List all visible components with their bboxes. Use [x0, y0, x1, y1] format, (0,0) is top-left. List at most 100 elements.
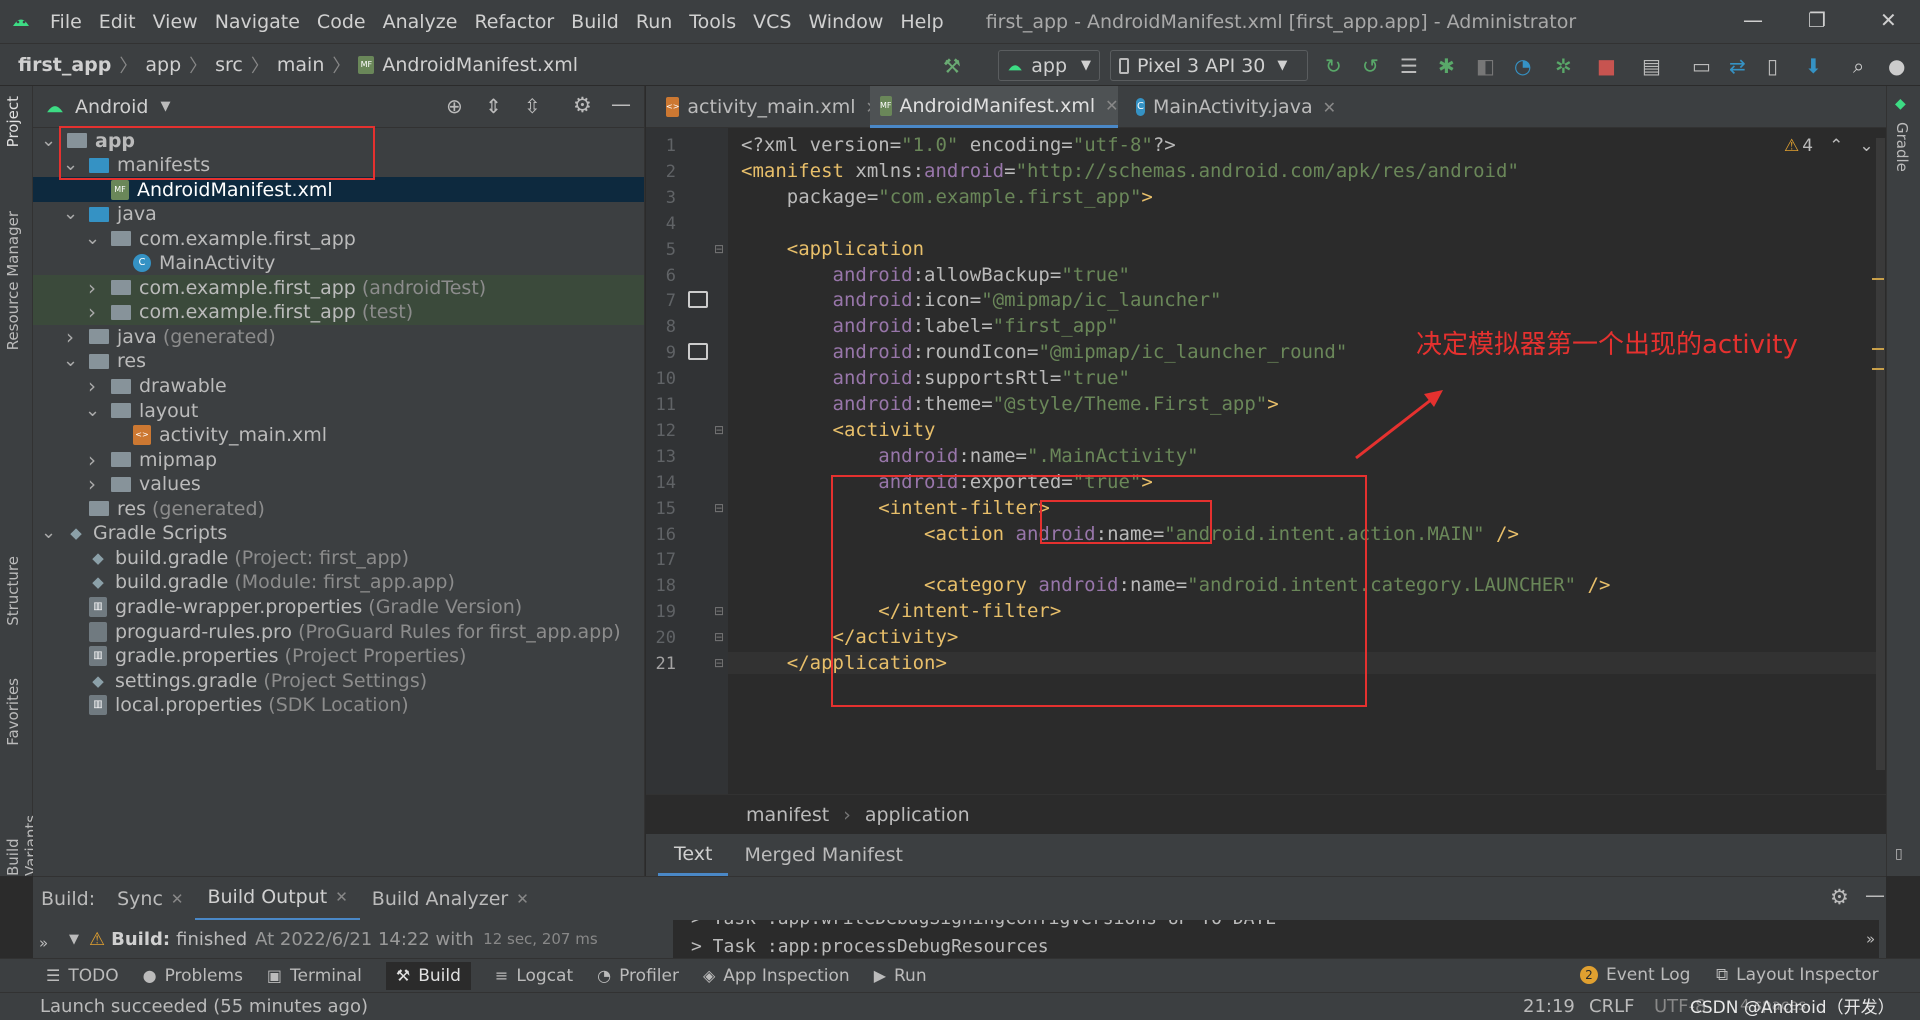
minimize-icon[interactable]: —: [1743, 8, 1763, 32]
breadcrumb-manifest[interactable]: manifest: [746, 804, 829, 826]
collapse-all-icon[interactable]: ⇳: [524, 94, 541, 118]
chevron-down-icon[interactable]: ▼: [160, 99, 170, 114]
tab-project[interactable]: Project: [4, 96, 22, 147]
tab-resource-manager[interactable]: Resource Manager: [4, 211, 22, 350]
tab-merged-manifest[interactable]: Merged Manifest: [728, 834, 919, 876]
tree-item[interactable]: › java (generated): [33, 324, 644, 349]
editor-tab[interactable]: C MainActivity.java ✕: [1126, 86, 1346, 128]
expand-all-icon[interactable]: ⇕: [485, 94, 502, 118]
breadcrumb-item[interactable]: first_app: [18, 54, 111, 76]
tree-item[interactable]: ▥ gradle-wrapper.properties (Gradle Versio…: [33, 594, 644, 619]
menu-help[interactable]: Help: [900, 11, 943, 33]
tree-item[interactable]: proguard-rules.pro (ProGuard Rules for fi…: [33, 619, 644, 644]
tree-item[interactable]: res (generated): [33, 496, 644, 521]
build-tab[interactable]: Sync ✕: [105, 877, 195, 921]
tree-item[interactable]: ⌄ layout: [33, 398, 644, 423]
close-icon[interactable]: ✕: [171, 890, 184, 908]
tree-item[interactable]: ⌄ java: [33, 202, 644, 227]
debug-icon[interactable]: ✱: [1438, 54, 1455, 78]
tree-item[interactable]: › mipmap: [33, 447, 644, 472]
user-icon[interactable]: ●: [1888, 54, 1905, 78]
breadcrumb-item[interactable]: src: [215, 54, 243, 76]
tab-favorites[interactable]: Favorites: [4, 678, 22, 746]
restore-icon[interactable]: ❐: [1808, 8, 1826, 32]
tree-item[interactable]: ◆ build.gradle (Module: first_app.app): [33, 570, 644, 595]
tree-item[interactable]: ⌄ com.example.first_app: [33, 226, 644, 251]
sdk-manager-icon[interactable]: ⬇: [1805, 54, 1822, 78]
event-log-button[interactable]: 2 Event Log: [1580, 965, 1690, 985]
tool-window-problems[interactable]: ● Problems: [143, 966, 243, 986]
tree-item[interactable]: ⌄ res: [33, 349, 644, 374]
tree-item[interactable]: › com.example.first_app (test): [33, 299, 644, 325]
chevron-down-icon[interactable]: ⌄: [63, 352, 78, 370]
breadcrumb-item[interactable]: app: [145, 54, 181, 76]
layout-inspector-button[interactable]: ⧉ Layout Inspector: [1716, 965, 1879, 985]
stop-icon[interactable]: ■: [1597, 54, 1616, 78]
attach-debugger-icon[interactable]: ◧: [1476, 54, 1495, 78]
chevron-down-icon[interactable]: ⌄: [41, 131, 56, 149]
tree-item[interactable]: ◆ settings.gradle (Project Settings): [33, 668, 644, 693]
editor-tab[interactable]: <>activity_main.xml✕: [656, 86, 879, 128]
menu-edit[interactable]: Edit: [99, 11, 136, 33]
device-select[interactable]: Pixel 3 API 30 ▼: [1110, 50, 1308, 81]
build-tab[interactable]: Build Output ✕: [195, 877, 360, 921]
tool-window-logcat[interactable]: ≡ Logcat: [495, 966, 573, 986]
expand-icon[interactable]: »: [1866, 930, 1875, 948]
menu-vcs[interactable]: VCS: [753, 11, 791, 33]
menu-navigate[interactable]: Navigate: [215, 11, 300, 33]
menu-tools[interactable]: Tools: [689, 11, 736, 33]
menu-run[interactable]: Run: [636, 11, 672, 33]
run-config-select[interactable]: app ▼: [998, 50, 1100, 81]
hide-icon[interactable]: —: [1865, 883, 1885, 907]
tool-window-profiler[interactable]: ◔ Profiler: [597, 966, 679, 986]
chevron-right-icon[interactable]: ›: [85, 472, 99, 496]
tree-item[interactable]: › drawable: [33, 374, 644, 399]
menu-code[interactable]: Code: [317, 11, 366, 33]
menu-refactor[interactable]: Refactor: [474, 11, 554, 33]
tree-item[interactable]: ◆ build.gradle (Project: first_app): [33, 545, 644, 570]
gear-icon[interactable]: ⚙: [1830, 885, 1849, 909]
build-tab[interactable]: Build Analyzer ✕: [360, 877, 541, 921]
menu-file[interactable]: File: [50, 11, 82, 33]
tree-item[interactable]: MF AndroidManifest.xml: [33, 177, 644, 203]
chevron-down-icon[interactable]: ⌄: [85, 401, 100, 419]
tool-window-terminal[interactable]: ▣ Terminal: [267, 966, 362, 986]
run-list-icon[interactable]: ☰: [1400, 54, 1418, 78]
project-structure-icon[interactable]: ▤: [1642, 54, 1661, 78]
tab-gradle[interactable]: Gradle: [1893, 122, 1911, 172]
menu-analyze[interactable]: Analyze: [383, 11, 458, 33]
hide-icon[interactable]: —: [611, 92, 631, 116]
build-status-row[interactable]: ▼ ⚠ Build: finished At 2022/6/21 14:22 w…: [69, 920, 683, 958]
tree-item[interactable]: ▥ local.properties (SDK Location): [33, 693, 644, 718]
chevron-right-icon[interactable]: ›: [85, 374, 99, 398]
close-icon[interactable]: ✕: [516, 890, 529, 908]
tree-item[interactable]: ⌄ ◆ Gradle Scripts: [33, 521, 644, 546]
chevron-down-icon[interactable]: ⌄: [41, 524, 56, 542]
menu-build[interactable]: Build: [571, 11, 619, 33]
code-editor[interactable]: 123456789101112131415161718192021⊟⊟⊟⊟⊟⊟💡…: [646, 128, 1886, 794]
tool-window-todo[interactable]: ☰ TODO: [46, 966, 119, 986]
tree-item[interactable]: C MainActivity: [33, 251, 644, 276]
chevron-right-icon[interactable]: ›: [85, 300, 99, 324]
tool-window-build[interactable]: ⚒ Build: [385, 961, 471, 990]
tree-item[interactable]: › values: [33, 472, 644, 497]
tab-structure[interactable]: Structure: [4, 556, 22, 626]
avd-icon[interactable]: ▯: [1767, 54, 1778, 78]
profile-icon[interactable]: ◔: [1514, 54, 1531, 78]
chevron-down-icon[interactable]: ⌄: [63, 205, 78, 223]
tree-item[interactable]: › com.example.first_app (androidTest): [33, 275, 644, 301]
gear-icon[interactable]: ⚙: [573, 93, 592, 117]
close-icon[interactable]: ✕: [1880, 8, 1897, 32]
view-mode-select[interactable]: Android: [75, 96, 148, 118]
caret-position[interactable]: 21:19: [1523, 996, 1575, 1017]
close-icon[interactable]: ✕: [335, 888, 348, 906]
sync-icon[interactable]: ⇄: [1729, 54, 1746, 78]
device-manager-icon[interactable]: ▭: [1692, 54, 1711, 78]
menu-window[interactable]: Window: [808, 11, 883, 33]
chevron-down-icon[interactable]: ⌄: [85, 229, 100, 247]
line-separator[interactable]: CRLF: [1589, 996, 1634, 1017]
breadcrumb-item[interactable]: AndroidManifest.xml: [382, 54, 578, 76]
tree-item[interactable]: ▥ gradle.properties (Project Properties): [33, 644, 644, 669]
chevron-right-icon[interactable]: ›: [63, 325, 77, 349]
tool-window-app-inspection[interactable]: ◈ App Inspection: [703, 966, 850, 986]
